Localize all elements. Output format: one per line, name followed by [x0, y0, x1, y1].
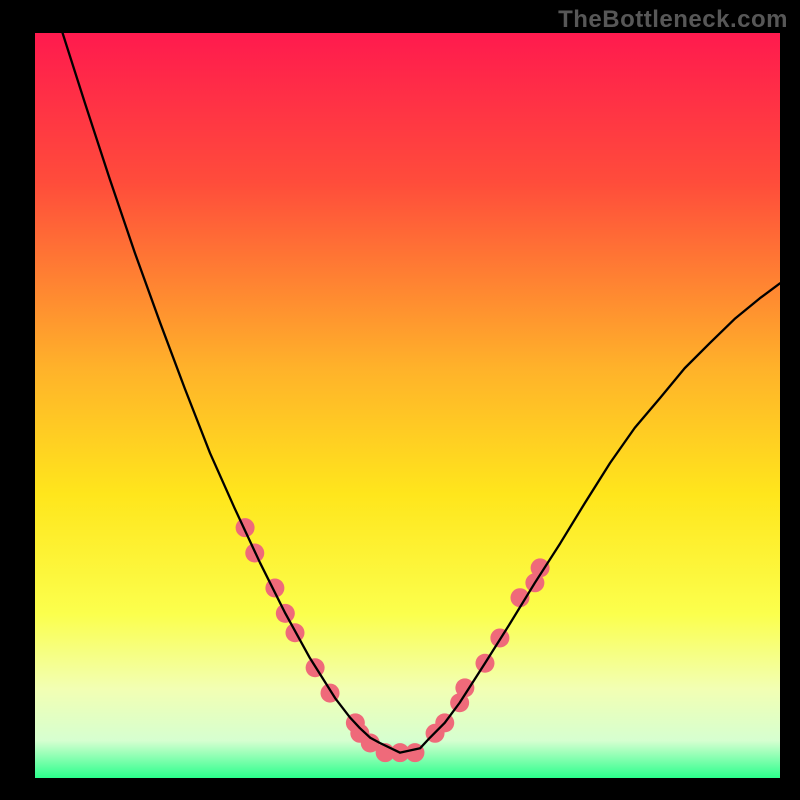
watermark-text: TheBottleneck.com: [558, 6, 788, 34]
chart-frame: { "watermark": "TheBottleneck.com", "cha…: [0, 0, 800, 800]
bottleneck-chart: [0, 0, 800, 800]
gradient-background: [35, 33, 780, 778]
curve-dot: [236, 518, 255, 537]
